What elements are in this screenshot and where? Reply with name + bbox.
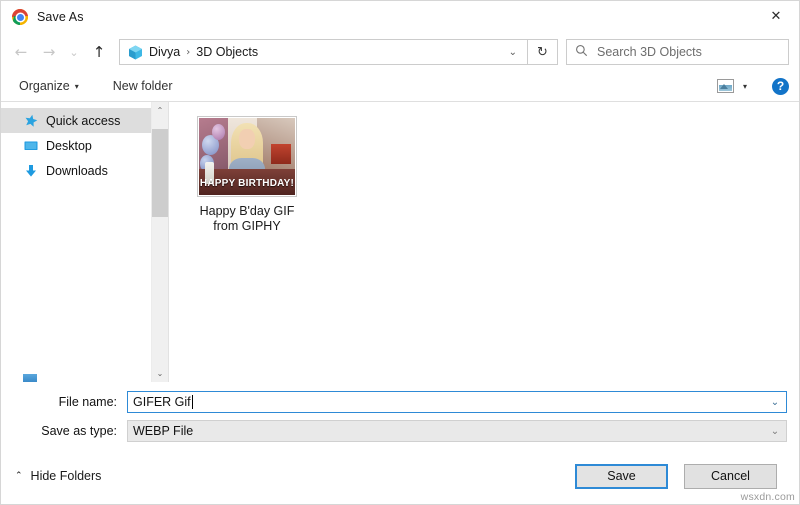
save-as-type-value: WEBP File xyxy=(133,424,194,438)
organize-button[interactable]: Organize ▾ xyxy=(15,76,83,96)
sidebar-item-label: Desktop xyxy=(46,138,92,153)
sidebar-item-label: Downloads xyxy=(46,163,108,178)
organize-label: Organize xyxy=(19,79,70,93)
search-box[interactable]: Search 3D Objects xyxy=(566,39,789,65)
file-name-chevron-down-icon[interactable]: ⌄ xyxy=(764,392,786,412)
close-icon: ✕ xyxy=(770,9,782,24)
save-as-type-select[interactable]: WEBP File ⌄ xyxy=(127,420,787,442)
save-as-type-field-label: Save as type: xyxy=(41,424,117,438)
file-name-field-label: File name: xyxy=(58,395,117,409)
new-folder-button[interactable]: New folder xyxy=(109,76,177,96)
scrollbar-thumb[interactable] xyxy=(152,129,168,217)
address-chevron-down-icon[interactable]: ⌄ xyxy=(503,47,523,58)
hide-folders-label: Hide Folders xyxy=(30,469,102,483)
dialog-body: Quick access Desktop Downloads ⌃ ⌄ HAPPY… xyxy=(1,101,799,382)
watermark: wsxdn.com xyxy=(740,491,795,503)
3d-objects-cube-icon xyxy=(127,44,144,61)
thumbnail-caption: HAPPY BIRTHDAY! xyxy=(199,177,295,189)
sidebar-item-desktop[interactable]: Desktop xyxy=(1,133,168,158)
download-arrow-icon xyxy=(23,163,39,179)
sidebar-item-5[interactable] xyxy=(1,208,168,233)
toolbar-right-group: ▾ ? xyxy=(712,75,789,97)
command-toolbar: Organize ▾ New folder ▾ ? xyxy=(1,71,799,101)
star-pin-icon xyxy=(23,113,39,129)
footer-buttons: Save Cancel xyxy=(575,463,777,489)
file-name-value: GIFER Gif xyxy=(133,395,191,409)
window-title: Save As xyxy=(37,10,84,24)
save-as-type-chevron-down-icon[interactable]: ⌄ xyxy=(764,421,786,441)
view-layout-icon xyxy=(717,79,735,93)
file-thumbnail: HAPPY BIRTHDAY! xyxy=(199,118,295,195)
save-as-type-row: Save as type: WEBP File ⌄ xyxy=(13,420,787,442)
sidebar-item-label: Quick access xyxy=(46,113,121,128)
dialog-footer: ⌃ Hide Folders Save Cancel wsxdn.com xyxy=(1,448,799,504)
navigation-list: Quick access Desktop Downloads xyxy=(1,102,168,233)
file-thumbnail-frame: HAPPY BIRTHDAY! xyxy=(197,116,297,197)
cancel-button[interactable]: Cancel xyxy=(684,463,777,489)
sidebar-item-4[interactable] xyxy=(1,183,168,208)
save-button[interactable]: Save xyxy=(575,463,668,489)
chevron-up-icon: ⌃ xyxy=(15,471,23,481)
file-name-row: File name: GIFER Gif ⌄ xyxy=(13,391,787,413)
back-button[interactable]: ← xyxy=(7,38,35,66)
search-placeholder: Search 3D Objects xyxy=(597,45,702,59)
chevron-down-icon: ▾ xyxy=(74,81,79,91)
refresh-button[interactable]: ↻ xyxy=(528,39,558,65)
hide-folders-button[interactable]: ⌃ Hide Folders xyxy=(15,469,101,483)
scroll-down-arrow-icon[interactable]: ⌄ xyxy=(152,365,168,382)
search-icon xyxy=(575,44,588,60)
view-chevron-down-icon[interactable]: ▾ xyxy=(740,82,756,91)
monitor-icon xyxy=(23,138,39,154)
recent-locations-button[interactable]: ⌄ xyxy=(63,38,85,66)
close-button[interactable]: ✕ xyxy=(753,1,799,32)
blank-icon xyxy=(23,213,39,229)
scrollbar-track[interactable] xyxy=(152,119,168,365)
drive-icon xyxy=(23,373,37,382)
file-item[interactable]: HAPPY BIRTHDAY! Happy B'day GIF from GIP… xyxy=(191,116,303,234)
file-list-pane[interactable]: HAPPY BIRTHDAY! Happy B'day GIF from GIP… xyxy=(168,102,799,382)
help-button[interactable]: ? xyxy=(772,77,789,95)
up-button[interactable]: ↑ xyxy=(85,38,113,66)
sidebar-item-quick-access[interactable]: Quick access xyxy=(1,108,168,133)
title-bar: Save As ✕ xyxy=(1,1,799,33)
file-name-input[interactable]: GIFER Gif ⌄ xyxy=(127,391,787,413)
title-bar-left: Save As xyxy=(1,9,84,25)
scroll-up-arrow-icon[interactable]: ⌃ xyxy=(152,102,168,119)
sidebar-clipped-item[interactable] xyxy=(1,372,168,382)
save-as-dialog: Save As ✕ ← → ⌄ ↑ Divya › 3D Objects ⌄ ↻ xyxy=(0,0,800,505)
breadcrumb-item-0[interactable]: Divya xyxy=(149,45,180,59)
blank-icon xyxy=(23,188,39,204)
sidebar-scrollbar[interactable]: ⌃ ⌄ xyxy=(151,102,168,382)
address-bar[interactable]: Divya › 3D Objects ⌄ xyxy=(119,39,528,65)
navigation-pane: Quick access Desktop Downloads ⌃ ⌄ xyxy=(1,102,168,382)
file-name-label: Happy B'day GIF from GIPHY xyxy=(199,204,295,233)
save-form: File name: GIFER Gif ⌄ Save as type: WEB… xyxy=(1,382,799,448)
new-folder-label: New folder xyxy=(112,79,173,93)
breadcrumb-separator-icon: › xyxy=(186,46,191,58)
chrome-logo-icon xyxy=(12,9,28,25)
change-view-button[interactable] xyxy=(712,75,740,97)
navigation-bar: ← → ⌄ ↑ Divya › 3D Objects ⌄ ↻ Search 3D… xyxy=(1,33,799,71)
text-cursor xyxy=(191,395,193,409)
sidebar-item-downloads[interactable]: Downloads xyxy=(1,158,168,183)
breadcrumb-item-1[interactable]: 3D Objects xyxy=(196,45,258,59)
forward-button[interactable]: → xyxy=(35,38,63,66)
